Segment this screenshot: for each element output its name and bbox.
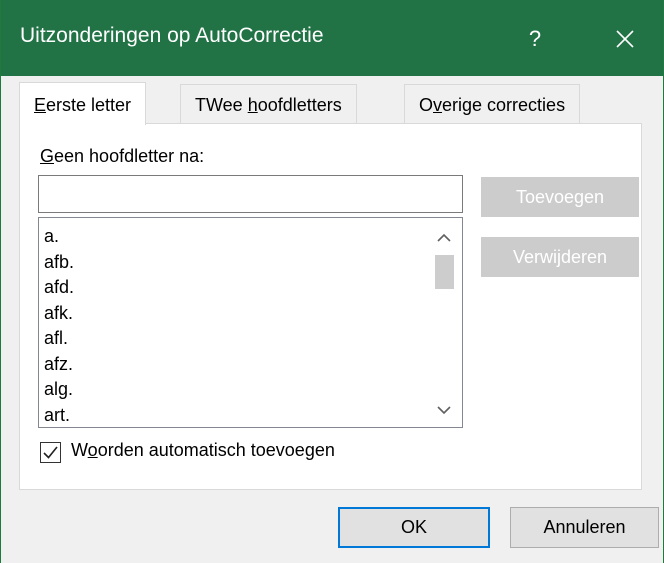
no-capital-after-label: Geen hoofdletter na: — [40, 146, 205, 166]
scroll-down-button[interactable] — [426, 398, 462, 424]
list-item[interactable]: a. — [44, 224, 74, 250]
list-item[interactable]: afz. — [44, 352, 74, 378]
auto-add-label: Woorden automatisch toevoegen — [71, 440, 335, 460]
close-icon — [616, 30, 634, 48]
add-button[interactable]: Toevoegen — [481, 177, 639, 217]
checkmark-icon — [43, 446, 58, 459]
close-button[interactable] — [600, 14, 650, 64]
help-icon: ? — [528, 26, 542, 51]
exception-input[interactable] — [38, 175, 463, 213]
ok-button[interactable]: OK — [338, 507, 490, 548]
tab-two-capitals[interactable]: TWee hoofdletters — [180, 84, 357, 124]
chevron-up-icon — [437, 233, 451, 242]
dialog-title: Uitzonderingen op AutoCorrectie — [20, 24, 324, 47]
list-item[interactable]: alg. — [44, 377, 74, 403]
list-item[interactable]: afd. — [44, 275, 74, 301]
tab-other-corrections[interactable]: Overige correcties — [404, 84, 581, 124]
cancel-button[interactable]: Annuleren — [510, 507, 659, 548]
list-items: a. afb. afd. afk. afl. afz. alg. art. — [44, 224, 74, 428]
autocorrect-exceptions-dialog: Uitzonderingen op AutoCorrectie ? Eerste… — [0, 0, 664, 563]
auto-add-checkbox[interactable] — [40, 442, 61, 463]
chevron-down-icon — [437, 406, 451, 415]
help-button[interactable]: ? — [510, 14, 560, 64]
scroll-thumb[interactable] — [435, 255, 454, 289]
list-item[interactable]: afl. — [44, 326, 74, 352]
vertical-scrollbar[interactable] — [426, 218, 462, 427]
list-item[interactable]: afk. — [44, 301, 74, 327]
list-item[interactable]: afb. — [44, 250, 74, 276]
list-item[interactable]: art. — [44, 403, 74, 428]
delete-button[interactable]: Verwijderen — [481, 237, 639, 277]
title-bar: Uitzonderingen op AutoCorrectie ? — [0, 0, 664, 76]
tab-first-letter[interactable]: Eerste letter — [19, 82, 147, 125]
exceptions-list[interactable]: a. afb. afd. afk. afl. afz. alg. art. — [38, 217, 463, 428]
scroll-up-button[interactable] — [426, 224, 462, 250]
window-border-left — [0, 0, 1, 563]
